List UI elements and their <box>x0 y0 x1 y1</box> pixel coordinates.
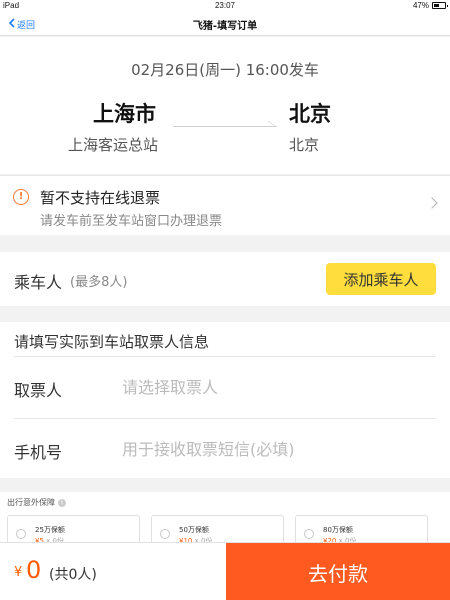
status-right: 47% <box>412 1 448 10</box>
trip-summary: 02月26日(周一) 16:00发车 上海市 上海客运总站 北京 北京 <box>0 37 450 174</box>
page-title: 飞猪-填写订单 <box>192 21 258 32</box>
currency-symbol: ¥ <box>14 565 23 580</box>
passenger-label: 乘车人 <box>14 273 63 292</box>
status-bar: iPad 23:07 47% <box>0 0 450 12</box>
chevron-right-icon <box>426 197 438 209</box>
phone-label: 手机号 <box>14 443 63 462</box>
collector-label: 取票人 <box>14 381 63 400</box>
battery-icon <box>432 2 448 9</box>
checkout-footer: ¥ 0 (共0人) 去付款 <box>0 542 450 600</box>
passenger-count: (共0人) <box>49 567 97 583</box>
info-icon[interactable]: i <box>58 498 66 507</box>
radio-icon[interactable] <box>304 529 314 539</box>
route-arrow-icon <box>173 126 277 127</box>
ticket-collector-heading: 请填写实际到车站取票人信息 <box>14 333 210 351</box>
refund-notice[interactable]: ! 暂不支持在线退票 请发车前至发车站窗口办理退票 <box>0 175 450 235</box>
passenger-limit: (最多8人) <box>70 275 128 290</box>
plan-amount: 50万保额 <box>179 526 209 534</box>
pay-button[interactable]: 去付款 <box>226 543 450 600</box>
total-price: 0 <box>26 556 42 584</box>
insurance-heading-label: 出行意外保障 <box>7 498 55 507</box>
passenger-section: 乘车人 (最多8人) 添加乘车人 <box>0 252 450 306</box>
warning-icon: ! <box>13 189 29 205</box>
collector-input[interactable] <box>122 371 422 403</box>
to-station: 北京 <box>289 136 320 154</box>
phone-row[interactable]: 手机号 <box>14 418 436 480</box>
nav-bar: 返回 飞猪-填写订单 <box>0 12 450 36</box>
clock: 23:07 <box>214 1 236 10</box>
plan-amount: 80万保额 <box>323 526 353 534</box>
from-station: 上海客运总站 <box>68 136 159 154</box>
add-passenger-button[interactable]: 添加乘车人 <box>326 263 436 295</box>
depart-time: 02月26日(周一) 16:00发车 <box>131 61 319 79</box>
insurance-heading: 出行意外保障 i <box>7 497 66 508</box>
battery-percent: 47% <box>412 1 429 10</box>
refund-title: 暂不支持在线退票 <box>40 189 161 207</box>
refund-subtitle: 请发车前至发车站窗口办理退票 <box>40 214 223 229</box>
radio-icon[interactable] <box>16 529 26 539</box>
plan-amount: 25万保额 <box>35 526 65 534</box>
collector-row[interactable]: 取票人 <box>14 356 436 418</box>
to-city: 北京 <box>289 102 331 126</box>
ticket-collector-section: 请填写实际到车站取票人信息 取票人 手机号 <box>0 322 450 478</box>
from-city: 上海市 <box>93 102 156 126</box>
radio-icon[interactable] <box>160 529 170 539</box>
phone-input[interactable] <box>122 433 422 465</box>
